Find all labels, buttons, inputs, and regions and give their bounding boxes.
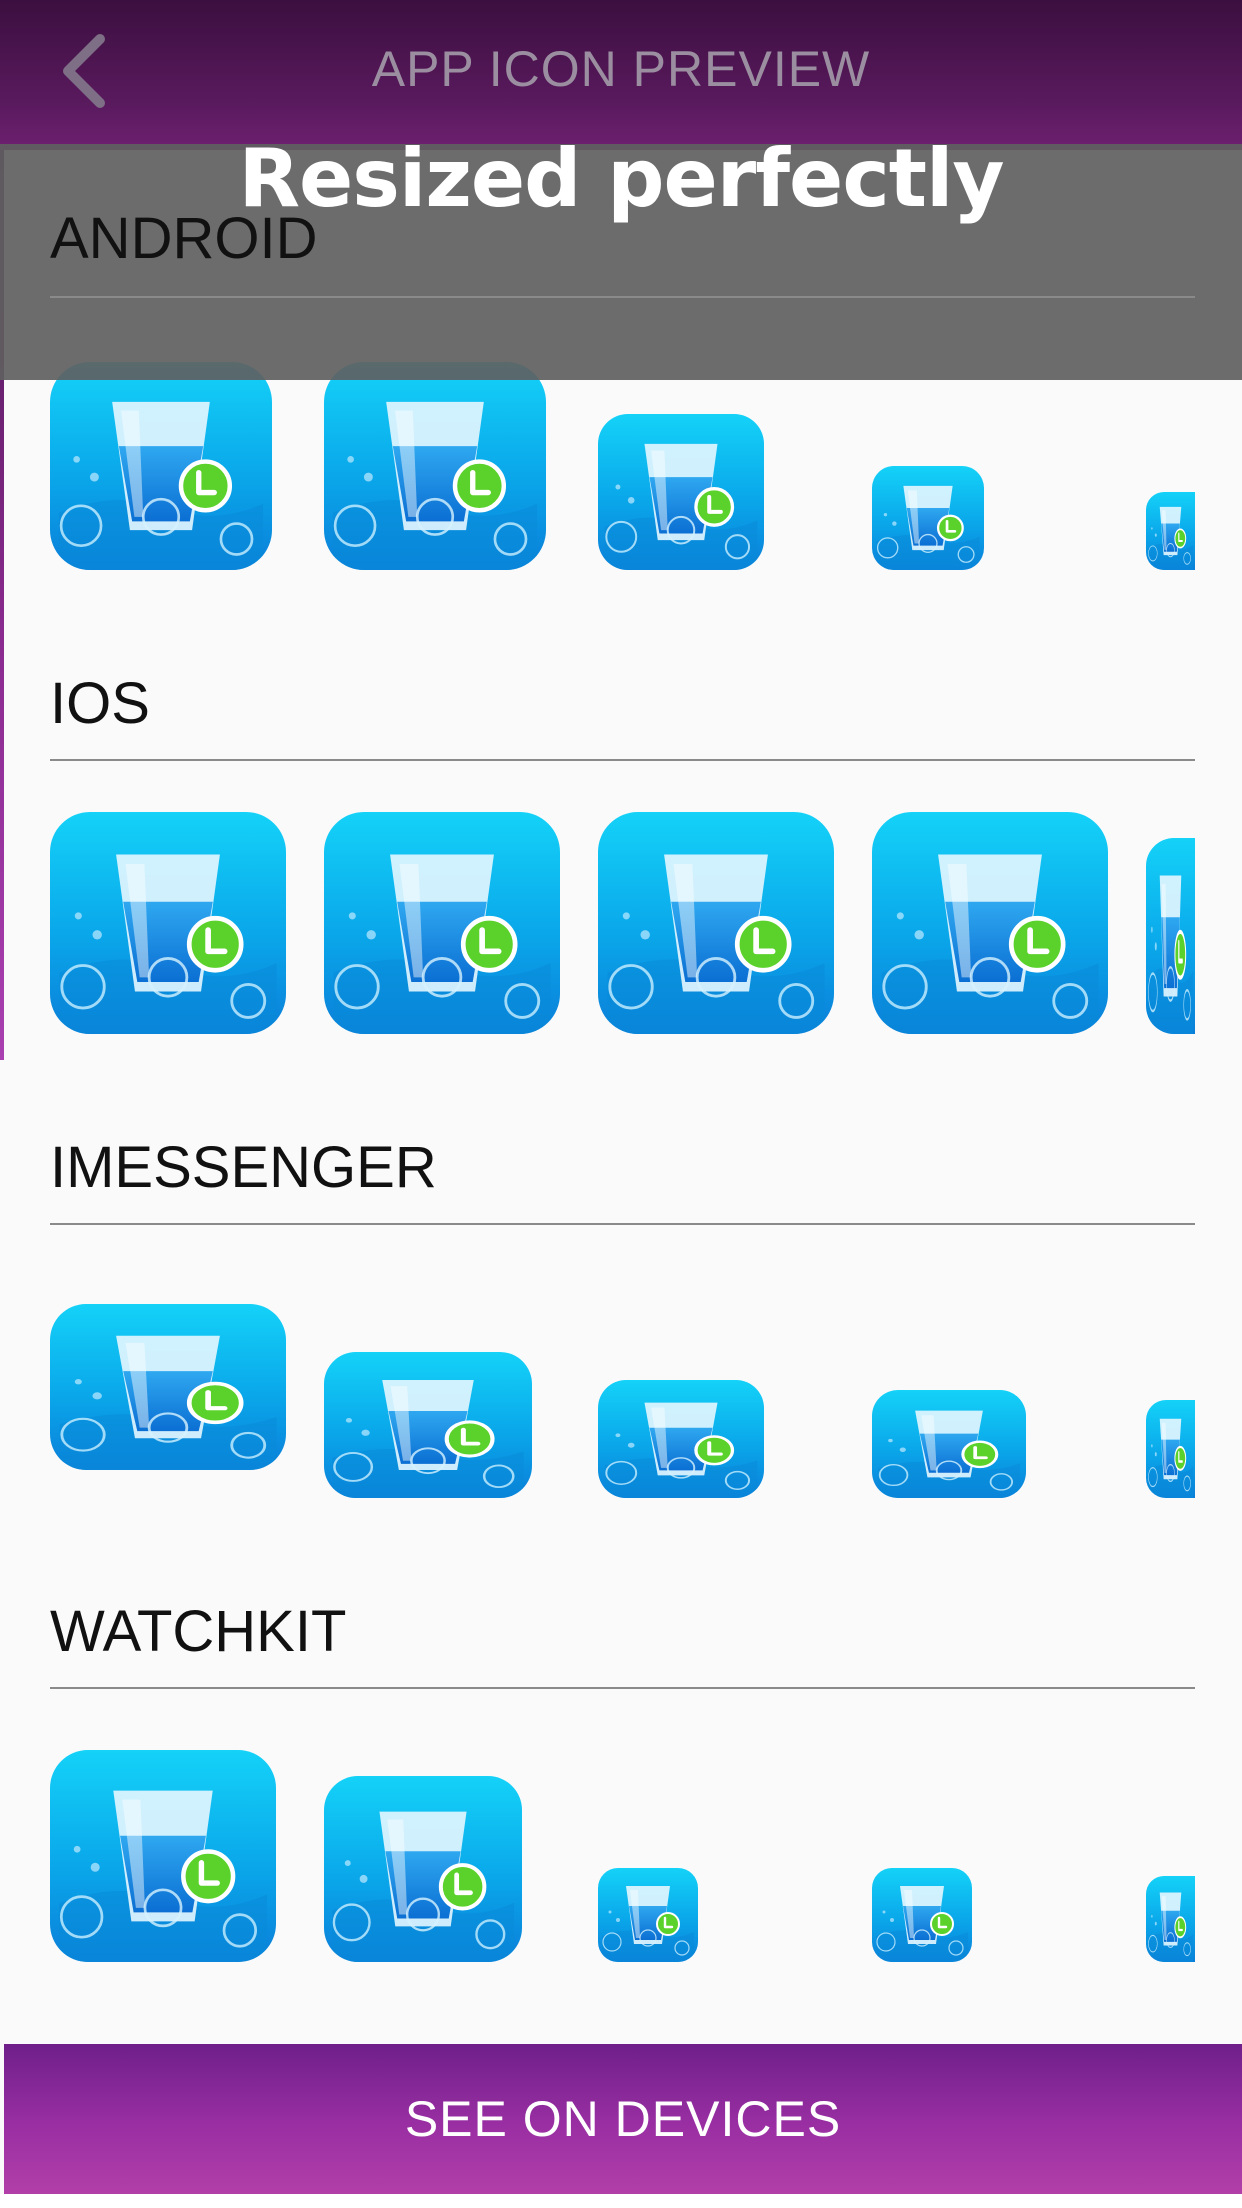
water-glass-icon [59, 854, 277, 1034]
water-glass-icon [1147, 875, 1194, 1034]
app-icon [598, 414, 764, 570]
water-glass-icon [876, 1886, 968, 1962]
app-icon-preview-screen: APP ICON PREVIEW Resized perfectly ANDRO… [0, 0, 1242, 2208]
water-glass-icon [881, 854, 1099, 1034]
app-icon [50, 1304, 286, 1470]
section-divider [50, 1687, 1195, 1689]
water-glass-icon [59, 1790, 267, 1962]
water-glass-icon [604, 443, 758, 570]
water-glass-icon [607, 854, 825, 1034]
section-title-imessenger: IMESSENGER [50, 1135, 437, 1200]
app-icon [324, 362, 546, 570]
app-icon [1146, 1876, 1195, 1962]
section-title-watchkit: WATCHKIT [50, 1599, 347, 1664]
see-on-devices-label: SEE ON DEVICES [404, 2091, 842, 2147]
app-icon [324, 1352, 532, 1498]
app-icon [872, 1390, 1026, 1498]
app-icon [1146, 838, 1195, 1034]
water-glass-icon [1147, 1892, 1194, 1962]
section-title-ios: IOS [50, 671, 150, 736]
app-icon [598, 1380, 764, 1498]
water-glass-icon [58, 401, 264, 570]
water-glass-icon [604, 1402, 758, 1498]
app-icon [598, 812, 834, 1034]
section-divider [50, 296, 1195, 298]
water-glass-icon [878, 1410, 1020, 1498]
water-glass-icon [333, 854, 551, 1034]
app-icon [324, 1776, 522, 1962]
app-icon [1146, 492, 1195, 570]
water-glass-icon [1147, 1418, 1194, 1498]
app-icon [50, 1750, 276, 1962]
page-title: APP ICON PREVIEW [371, 41, 871, 97]
water-glass-icon [1147, 506, 1194, 570]
app-icon [50, 362, 272, 570]
bottom-strip [0, 2194, 1242, 2208]
see-on-devices-button[interactable]: SEE ON DEVICES [4, 2044, 1242, 2194]
water-glass-icon [331, 1811, 515, 1962]
water-glass-icon [332, 401, 538, 570]
water-glass-icon [876, 485, 980, 570]
water-glass-icon [332, 1379, 524, 1498]
water-glass-icon [59, 1335, 277, 1470]
app-icon [872, 1868, 972, 1962]
app-bar: APP ICON PREVIEW [0, 0, 1242, 150]
app-icon [872, 466, 984, 570]
app-icon [598, 1868, 698, 1962]
app-icon [872, 812, 1108, 1034]
app-icon [1146, 1400, 1195, 1498]
app-icon [324, 812, 560, 1034]
section-divider [50, 759, 1195, 761]
water-glass-icon [602, 1886, 694, 1962]
section-divider [50, 1223, 1195, 1225]
app-icon [50, 812, 286, 1034]
section-title-android: ANDROID [50, 206, 318, 271]
